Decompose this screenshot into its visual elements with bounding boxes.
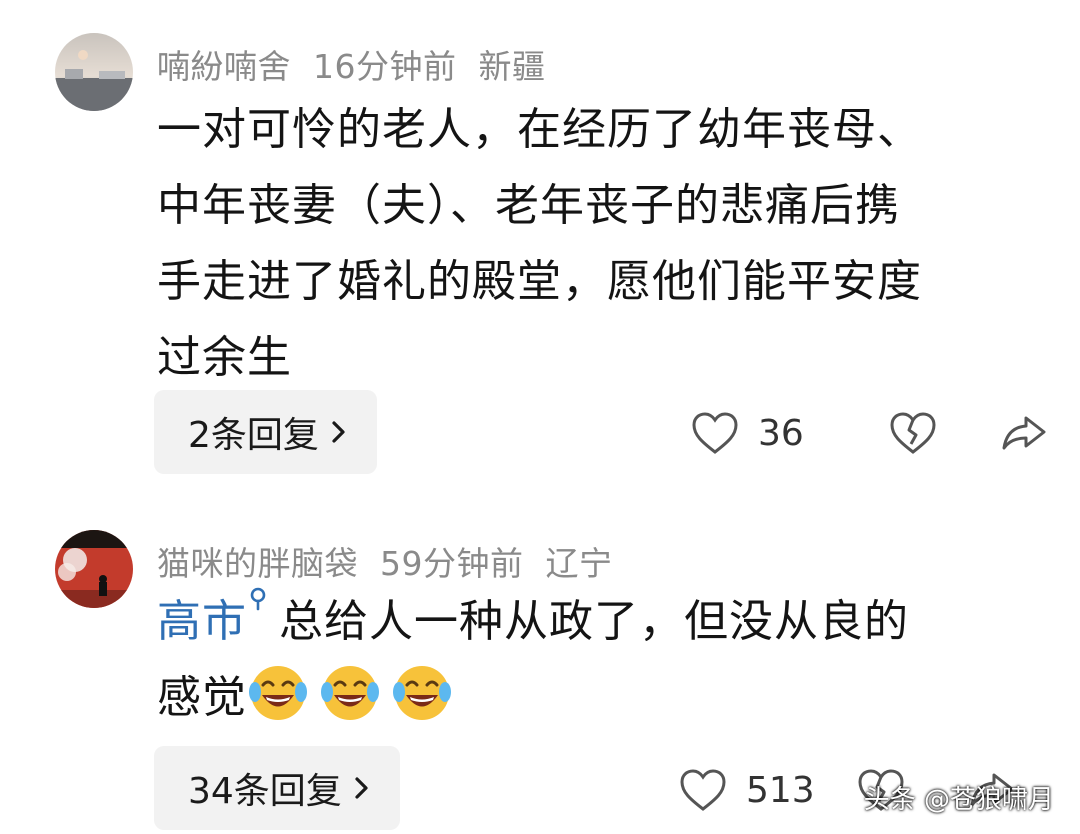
comment-text-line: 感觉 — [157, 660, 1017, 736]
comment-text: 一对可怜的老人，在经历了幼年丧母、 中年丧妻（夫）、老年丧子的悲痛后携 手走进了… — [157, 92, 1017, 396]
location: 辽宁 — [545, 544, 613, 583]
comment-meta: 喃紛喃舍 16分钟前 新疆 — [157, 40, 568, 88]
view-replies-button[interactable]: 2条回复 — [154, 390, 377, 474]
comment-text-segment: 总给人一种从政了，但没从良的 — [279, 596, 909, 647]
share-arrow-icon[interactable] — [998, 410, 1050, 456]
comment-text-line: 手走进了婚礼的殿堂，愿他们能平安度 — [157, 256, 922, 307]
watermark: 头条 @苍狼啸月 — [863, 785, 1054, 815]
laughing-tears-emoji-icon — [393, 666, 451, 720]
comment-meta: 猫咪的胖脑袋 59分钟前 辽宁 — [157, 537, 635, 585]
chevron-right-icon — [332, 421, 345, 443]
location: 新疆 — [478, 47, 546, 86]
username[interactable]: 喃紛喃舍 — [157, 47, 291, 86]
avatar-image-icon — [55, 33, 133, 111]
laughing-tears-emoji-icon — [321, 666, 379, 720]
reply-count-label: 34条回复 — [188, 771, 342, 812]
chevron-right-icon[interactable] — [352, 773, 372, 803]
username[interactable]: 猫咪的胖脑袋 — [157, 544, 358, 583]
avatar-image-icon — [55, 530, 133, 608]
heart-outline-icon[interactable] — [690, 410, 740, 456]
like-count: 513 — [746, 769, 815, 811]
comment-text-line: 中年丧妻（夫）、老年丧子的悲痛后携 — [157, 180, 900, 231]
comment-text-segment: 感觉 — [157, 672, 247, 723]
comment-text: 高市 总给人一种从政了，但没从良的 感觉 — [157, 584, 1017, 736]
reply-count-label: 2条回复 — [188, 415, 319, 456]
laughing-tears-emoji-icon — [249, 666, 307, 720]
timestamp: 59分钟前 — [380, 544, 524, 583]
comment-item-1: 喃紛喃舍 16分钟前 新疆 一对可怜的老人，在经历了幼年丧母、 中年丧妻（夫）、老年… — [0, 0, 1080, 480]
search-link[interactable]: 高市 — [157, 596, 247, 647]
search-icon[interactable] — [247, 584, 269, 624]
comment-text-line: 一对可怜的老人，在经历了幼年丧母、 — [157, 104, 922, 155]
view-replies-button[interactable]: 34条回复 — [154, 746, 400, 830]
broken-heart-icon[interactable] — [888, 410, 938, 456]
comment-actions: 36 — [690, 403, 1050, 463]
comment-text-line: 过余生 — [157, 332, 292, 383]
avatar[interactable] — [55, 33, 133, 111]
like-count: 36 — [758, 412, 804, 454]
timestamp: 16分钟前 — [313, 47, 457, 86]
comment-text-line: 高市 总给人一种从政了，但没从良的 — [157, 584, 1017, 660]
heart-outline-icon[interactable] — [678, 767, 728, 813]
avatar[interactable] — [55, 530, 133, 608]
